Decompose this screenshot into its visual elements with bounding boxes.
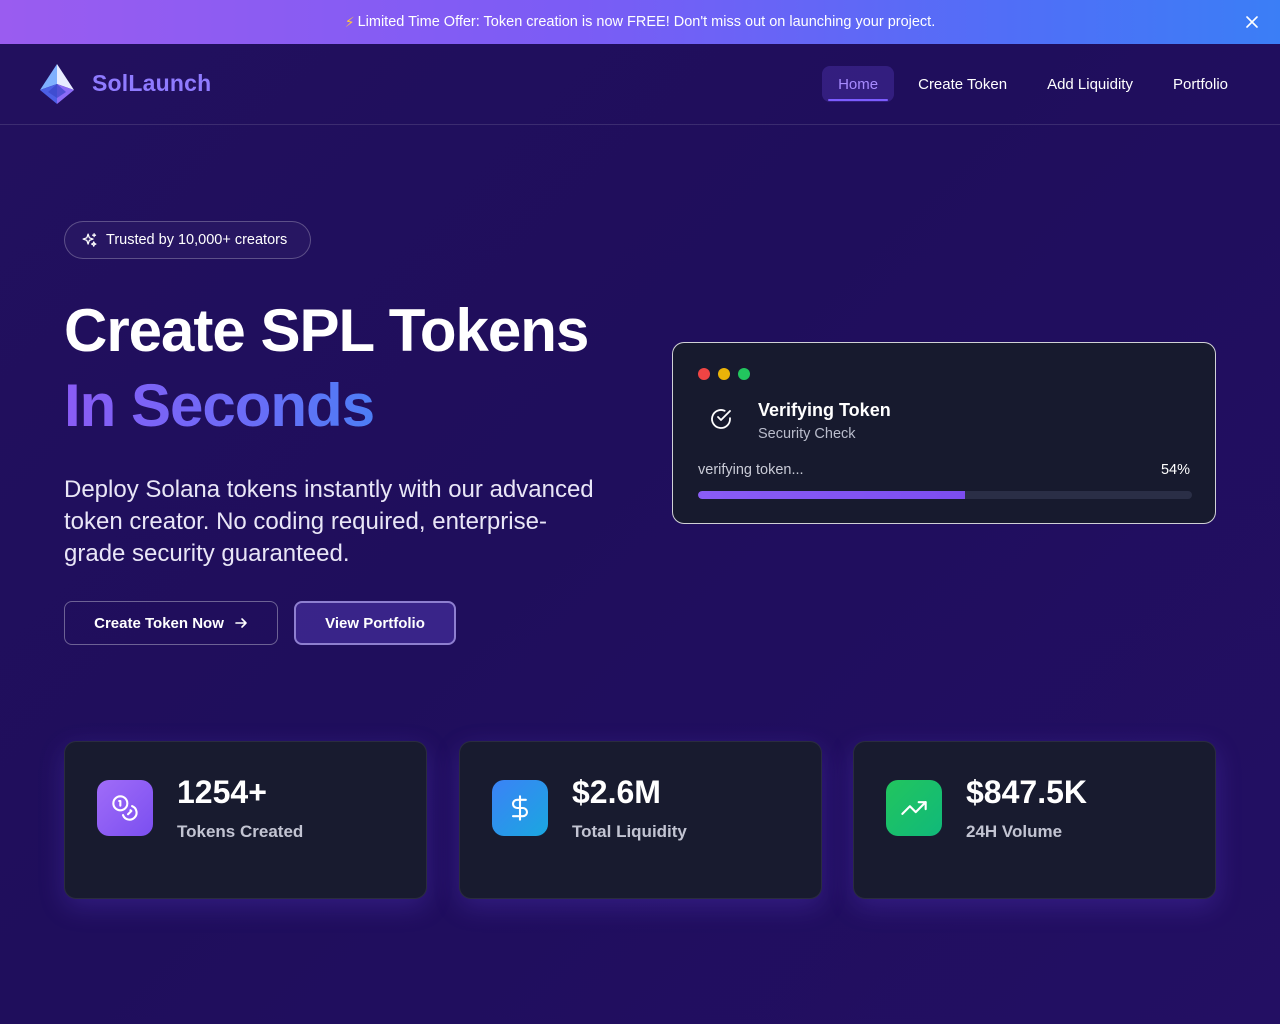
window-dot-green [738, 368, 750, 380]
stat-label: Total Liquidity [572, 822, 687, 841]
sparkles-icon [82, 232, 97, 247]
view-portfolio-button[interactable]: View Portfolio [294, 601, 456, 645]
logo-icon[interactable] [36, 62, 78, 106]
close-banner-button[interactable] [1242, 12, 1262, 32]
window-dot-yellow [718, 368, 730, 380]
verify-progress-bar [698, 491, 1192, 499]
stat-card-total-liquidity: $2.6M Total Liquidity [459, 741, 822, 899]
stat-value: $847.5K [966, 774, 1087, 810]
stat-value: 1254+ [177, 774, 267, 810]
verify-progress-percent: 54% [1160, 462, 1190, 478]
verify-status-text: verifying token... [698, 462, 804, 478]
window-dot-red [698, 368, 710, 380]
check-circle-icon [711, 409, 731, 429]
top-navigation: SolLaunch Home Create Token Add Liquidit… [0, 44, 1280, 125]
create-token-now-label: Create Token Now [94, 614, 224, 632]
stat-icon-tile [886, 780, 942, 836]
verify-subtitle: Security Check [758, 426, 856, 442]
promo-banner: ⚡ Limited Time Offer: Token creation is … [0, 0, 1280, 44]
nav-link-create-token[interactable]: Create Token [902, 66, 1023, 102]
nav-link-portfolio[interactable]: Portfolio [1157, 66, 1244, 102]
stat-card-24h-volume: $847.5K 24H Volume [853, 741, 1216, 899]
verify-title: Verifying Token [758, 400, 891, 420]
brand-name[interactable]: SolLaunch [92, 70, 211, 97]
stat-card-tokens-created: 1254+ Tokens Created [64, 741, 427, 899]
nav-link-home[interactable]: Home [822, 66, 895, 102]
lightning-icon: ⚡ [344, 13, 355, 30]
stat-label: 24H Volume [966, 822, 1063, 841]
trusted-badge: Trusted by 10,000+ creators [64, 221, 311, 259]
nav-links: Home Create Token Add Liquidity Portfoli… [822, 66, 1244, 102]
view-portfolio-label: View Portfolio [325, 614, 425, 632]
dollar-icon [511, 795, 529, 821]
trusted-badge-text: Trusted by 10,000+ creators [106, 232, 288, 248]
hero-title-line1: Create SPL Tokens [64, 297, 589, 364]
create-token-now-button[interactable]: Create Token Now [64, 601, 278, 645]
hero-description: Deploy Solana tokens instantly with our … [64, 476, 594, 567]
verify-token-card: Verifying Token Security Check verifying… [672, 342, 1216, 524]
trending-up-icon [901, 801, 927, 815]
stat-icon-tile [492, 780, 548, 836]
stat-icon-tile [97, 780, 153, 836]
nav-link-add-liquidity[interactable]: Add Liquidity [1031, 66, 1149, 102]
stat-label: Tokens Created [177, 822, 304, 841]
close-icon [1246, 16, 1258, 28]
arrow-right-icon [235, 618, 247, 628]
promo-banner-text: Limited Time Offer: Token creation is no… [357, 14, 936, 30]
stat-value: $2.6M [572, 774, 661, 810]
verify-progress-fill [698, 491, 965, 499]
coins-icon [112, 795, 138, 821]
hero-title-line2: In Seconds [64, 372, 375, 439]
